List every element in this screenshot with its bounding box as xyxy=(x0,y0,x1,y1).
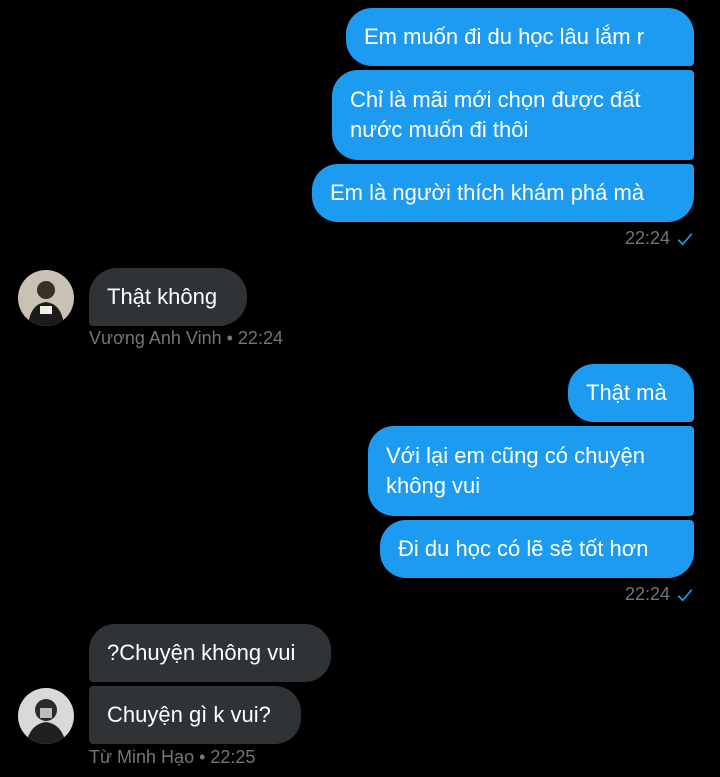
outgoing-message[interactable]: Em muốn đi du học lâu lắm r xyxy=(346,8,694,66)
outgoing-message[interactable]: Em là người thích khám phá mà xyxy=(312,164,694,222)
outgoing-message[interactable]: Chỉ là mãi mới chọn được đất nước muốn đ… xyxy=(332,70,694,160)
outgoing-message[interactable]: Với lại em cũng có chuyện không vui xyxy=(368,426,694,516)
sender-meta: Từ Minh Hạo • 22:25 xyxy=(89,747,256,767)
outgoing-message[interactable]: Thật mà xyxy=(568,364,694,422)
avatar[interactable] xyxy=(18,270,74,326)
incoming-message[interactable]: Chuyện gì k vui? xyxy=(89,686,301,744)
timestamp-text: 22:24 xyxy=(624,584,670,604)
incoming-message[interactable]: Thật không xyxy=(89,268,247,326)
avatar[interactable] xyxy=(18,688,74,744)
message-timestamp: 22:24 xyxy=(625,584,694,605)
check-icon xyxy=(677,232,693,245)
message-timestamp: 22:24 xyxy=(625,228,694,249)
check-icon xyxy=(677,588,693,601)
sender-meta: Vương Anh Vinh • 22:24 xyxy=(89,328,283,348)
incoming-message[interactable]: ?Chuyện không vui xyxy=(89,624,331,682)
outgoing-message[interactable]: Đi du học có lẽ sẽ tốt hơn xyxy=(380,520,694,578)
timestamp-text: 22:24 xyxy=(624,228,670,248)
